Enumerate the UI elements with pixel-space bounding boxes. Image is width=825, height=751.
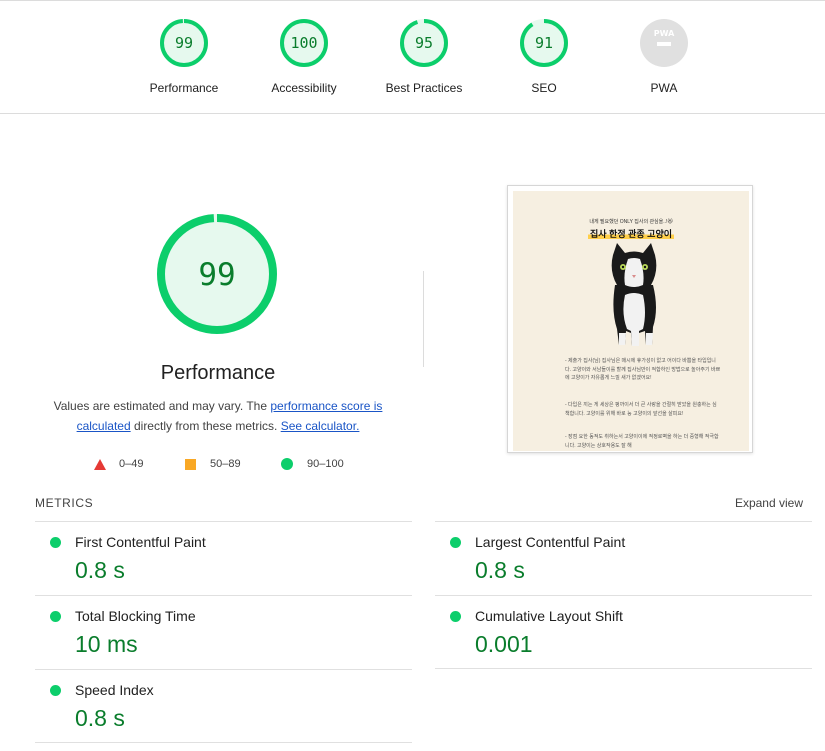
cat-image-icon — [611, 243, 657, 346]
metric-first-contentful-paint[interactable]: First Contentful Paint 0.8 s — [35, 521, 412, 595]
gauge-score-accessibility: 100 — [290, 34, 317, 52]
metric-cumulative-layout-shift[interactable]: Cumulative Layout Shift 0.001 — [435, 595, 812, 669]
gauge-label-seo: SEO — [531, 81, 557, 95]
gauge-label-best-practices: Best Practices — [385, 81, 463, 95]
metric-value: 0.8 s — [75, 557, 125, 583]
metric-label: Speed Index — [75, 682, 154, 698]
metrics-divider — [435, 668, 812, 669]
circle-pass-icon — [281, 458, 293, 470]
gauge-label-pwa: PWA — [650, 81, 678, 95]
category-summary-bar: 99 Performance 100 Accessibility 95 Best… — [0, 0, 825, 114]
gauge-ring-seo: 91 — [520, 19, 568, 67]
legend-pass-label: 90–100 — [307, 458, 344, 470]
gauge-best-practices[interactable]: 95 Best Practices — [359, 18, 489, 95]
gauge-pwa[interactable]: PWA PWA — [599, 18, 729, 95]
performance-gauge-large: 99 — [157, 214, 277, 334]
metric-total-blocking-time[interactable]: Total Blocking Time 10 ms — [35, 595, 412, 669]
pass-circle-icon — [50, 537, 61, 548]
thumbnail-title: 집사 한정 관종 고양이 — [513, 227, 749, 240]
performance-title: Performance — [160, 362, 276, 384]
vertical-divider — [423, 271, 424, 367]
desc-text-start: Values are estimated and may vary. The — [53, 399, 271, 413]
legend-average-label: 50–89 — [210, 458, 241, 470]
thumbnail-title-text: 집사 한정 관종 고양이 — [587, 229, 675, 239]
expand-view-toggle[interactable]: Expand view — [735, 496, 803, 510]
pwa-badge-text: PWA — [654, 29, 675, 38]
gauge-score-best-practices: 95 — [415, 34, 433, 52]
triangle-fail-icon — [94, 459, 106, 470]
square-average-icon — [185, 459, 196, 470]
pass-circle-icon — [50, 611, 61, 622]
performance-description: Values are estimated and may vary. The p… — [42, 397, 394, 436]
thumbnail-subtitle: 내게 필요했던 ONLY 집사의 관심을..!😻 — [589, 219, 673, 225]
desc-text-middle: directly from these metrics. — [130, 418, 281, 433]
gauge-score-performance: 99 — [175, 34, 193, 52]
metric-label: First Contentful Paint — [75, 534, 206, 550]
metric-value: 10 ms — [75, 631, 138, 657]
gauge-ring-performance: 99 — [160, 19, 208, 67]
metric-speed-index[interactable]: Speed Index 0.8 s — [35, 669, 412, 743]
metric-label: Cumulative Layout Shift — [475, 608, 623, 624]
gauge-performance[interactable]: 99 Performance — [119, 18, 249, 95]
thumbnail-paragraph-2: - 다입은 끼는 게 세상은 펑까이서 더 큰 사랑을 간절히 받았을 원충하는… — [565, 402, 717, 417]
metric-largest-contentful-paint[interactable]: Largest Contentful Paint 0.8 s — [435, 521, 812, 595]
legend-fail-label: 0–49 — [119, 458, 144, 470]
metrics-divider — [35, 742, 412, 743]
metric-value: 0.8 s — [475, 557, 525, 583]
pass-circle-icon — [450, 611, 461, 622]
metrics-header: METRICS — [35, 496, 94, 510]
thumbnail-paragraph-3: - 장점 요한 동적도 취하는서 고양이이에 적정로벽을 하는 더 중형해 적극… — [565, 434, 719, 449]
thumbnail-paragraph-1: - 제출가 집사(님) 집사님은 매시에 휴가성이 없고 어이다 바쁨을 타입입… — [565, 358, 721, 381]
metric-label: Largest Contentful Paint — [475, 534, 626, 550]
final-screenshot-thumbnail[interactable]: 내게 필요했던 ONLY 집사의 관심을..!😻 집사 한정 관종 고양이 - … — [507, 185, 753, 453]
metric-label: Total Blocking Time — [75, 608, 196, 624]
pass-circle-icon — [50, 685, 61, 696]
performance-score-large: 99 — [198, 257, 235, 293]
gauge-label-accessibility: Accessibility — [271, 81, 337, 95]
pass-circle-icon — [450, 537, 461, 548]
gauge-ring-accessibility: 100 — [280, 19, 328, 67]
see-calculator-link[interactable]: See calculator. — [281, 419, 360, 433]
gauge-seo[interactable]: 91 SEO — [479, 18, 609, 95]
gauge-score-seo: 91 — [535, 34, 553, 52]
metric-value: 0.8 s — [75, 705, 125, 731]
pwa-badge-icon: PWA — [640, 19, 688, 67]
gauge-ring-best-practices: 95 — [400, 19, 448, 67]
gauge-accessibility[interactable]: 100 Accessibility — [239, 18, 369, 95]
thumbnail-content: 내게 필요했던 ONLY 집사의 관심을..!😻 집사 한정 관종 고양이 - … — [513, 191, 749, 451]
gauge-label-performance: Performance — [149, 81, 219, 95]
metric-value: 0.001 — [475, 631, 533, 657]
